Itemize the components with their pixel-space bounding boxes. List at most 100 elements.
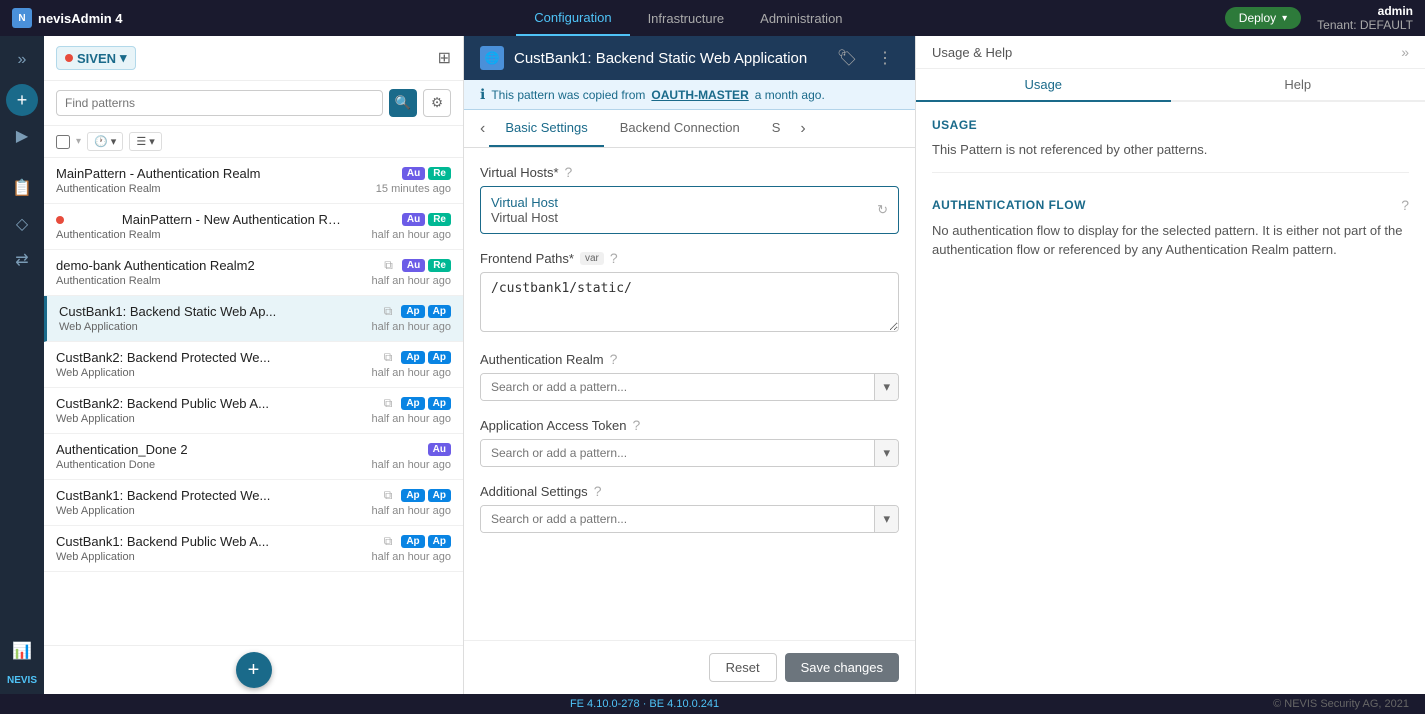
list-item[interactable]: MainPattern - Authentication Realm Au Re… xyxy=(44,158,463,204)
auth-flow-header: AUTHENTICATION FLOW ? xyxy=(932,197,1409,213)
save-changes-button[interactable]: Save changes xyxy=(785,653,899,682)
virtual-host-box[interactable]: Virtual Host Virtual Host ↻ xyxy=(480,186,899,234)
app-access-token-field: Application Access Token ? ▾ xyxy=(480,417,899,467)
list-item[interactable]: CustBank2: Backend Public Web A... ⧉ Ap … xyxy=(44,388,463,434)
auth-realm-arrow-icon[interactable]: ▾ xyxy=(874,374,898,400)
badge-ap-2: Ap xyxy=(428,397,451,410)
list-item[interactable]: CustBank2: Backend Protected We... ⧉ Ap … xyxy=(44,342,463,388)
chart-icon[interactable]: 📊 xyxy=(6,639,38,671)
right-panel-header: Usage & Help » xyxy=(916,36,1425,69)
search-button[interactable]: 🔍 xyxy=(389,89,417,117)
list-item[interactable]: MainPattern - New Authentication Real...… xyxy=(44,204,463,250)
copy-icon[interactable]: ⧉ xyxy=(384,488,393,503)
badge-ap-2: Ap xyxy=(428,305,451,318)
tab-next-icon[interactable]: › xyxy=(796,112,809,146)
checkbox-dropdown-icon[interactable]: ▾ xyxy=(76,136,81,147)
additional-settings-arrow-icon[interactable]: ▾ xyxy=(874,506,898,532)
tab-usage[interactable]: Usage xyxy=(916,69,1171,102)
pattern-name: Authentication_Done 2 xyxy=(56,442,276,457)
tag-action-icon[interactable]: 🏷 xyxy=(831,46,863,70)
app-access-token-arrow-icon[interactable]: ▾ xyxy=(874,440,898,466)
tag-icon[interactable]: ◇ xyxy=(6,208,38,240)
usage-section-text: This Pattern is not referenced by other … xyxy=(932,140,1409,160)
virtual-hosts-help-icon[interactable]: ? xyxy=(565,164,573,180)
virtual-host-value: Virtual Host xyxy=(491,210,558,225)
virtual-host-name: Virtual Host xyxy=(491,195,558,210)
pattern-type-icon: 🌐 xyxy=(480,46,504,70)
grid-view-icon[interactable]: ⊞ xyxy=(438,48,451,68)
badge-ap-2: Ap xyxy=(428,351,451,364)
list-item[interactable]: CustBank1: Backend Static Web Ap... ⧉ Ap… xyxy=(44,296,463,342)
virtual-hosts-label: Virtual Hosts* ? xyxy=(480,164,899,180)
tab-s[interactable]: S xyxy=(756,110,797,147)
additional-settings-label: Additional Settings ? xyxy=(480,483,899,499)
pattern-name: MainPattern - New Authentication Real... xyxy=(122,212,342,227)
sort-button[interactable]: 🕐 ▾ xyxy=(87,132,123,151)
virtual-hosts-field: Virtual Hosts* ? Virtual Host Virtual Ho… xyxy=(480,164,899,234)
refresh-icon[interactable]: ↻ xyxy=(877,202,888,218)
copy-icon[interactable]: ⧉ xyxy=(384,396,393,411)
nav-tab-infrastructure[interactable]: Infrastructure xyxy=(630,0,743,36)
additional-settings-input[interactable] xyxy=(481,506,874,532)
tenant-selector[interactable]: SIVEN ▾ xyxy=(56,46,136,70)
copy-icon[interactable]: ⧉ xyxy=(384,258,393,273)
tab-help[interactable]: Help xyxy=(1171,69,1425,102)
app-access-token-dropdown[interactable]: ▾ xyxy=(480,439,899,467)
app-brand: N nevisAdmin 4 xyxy=(12,8,132,28)
frontend-paths-input[interactable]: /custbank1/static/ xyxy=(480,272,899,332)
deploy-button[interactable]: Deploy ▾ xyxy=(1225,7,1301,29)
pattern-time: half an hour ago xyxy=(371,551,451,563)
info-link[interactable]: OAUTH-MASTER xyxy=(651,88,748,102)
pattern-time: half an hour ago xyxy=(371,413,451,425)
nav-tab-configuration[interactable]: Configuration xyxy=(516,0,629,36)
auth-realm-help-icon[interactable]: ? xyxy=(610,351,618,367)
view-toggle-button[interactable]: ☰ ▾ xyxy=(129,132,161,151)
clipboard-icon[interactable]: 📋 xyxy=(6,172,38,204)
frontend-paths-help-icon[interactable]: ? xyxy=(610,250,618,266)
add-new-icon[interactable]: + xyxy=(6,84,38,116)
list-item[interactable]: CustBank1: Backend Public Web A... ⧉ Ap … xyxy=(44,526,463,572)
icon-sidebar: » + ▶ 📋 ◇ ⇄ 📊 NEVIS xyxy=(0,36,44,694)
filter-button[interactable]: ⚙ xyxy=(423,89,451,117)
app-access-token-input[interactable] xyxy=(481,440,874,466)
auth-flow-section: AUTHENTICATION FLOW ? No authentication … xyxy=(932,197,1409,260)
search-input[interactable] xyxy=(56,90,383,116)
pattern-time: half an hour ago xyxy=(371,229,451,241)
pattern-list-panel: SIVEN ▾ ⊞ 🔍 ⚙ ▾ 🕐 ▾ ☰ ▾ MainPa xyxy=(44,36,464,694)
pattern-time: half an hour ago xyxy=(371,459,451,471)
list-item[interactable]: demo-bank Authentication Realm2 ⧉ Au Re … xyxy=(44,250,463,296)
select-all-checkbox[interactable] xyxy=(56,135,70,149)
badge-re: Re xyxy=(428,167,451,180)
play-icon[interactable]: ▶ xyxy=(6,120,38,152)
content-header: 🌐 CustBank1: Backend Static Web Applicat… xyxy=(464,36,915,80)
pattern-type: Web Application xyxy=(56,413,135,425)
expand-sidebar-icon[interactable]: » xyxy=(6,44,38,76)
tab-backend-connection[interactable]: Backend Connection xyxy=(604,110,756,147)
copy-icon[interactable]: ⧉ xyxy=(384,534,393,549)
content-title: CustBank1: Backend Static Web Applicatio… xyxy=(514,50,821,67)
info-text-suffix: a month ago. xyxy=(755,88,825,102)
auth-realm-dropdown[interactable]: ▾ xyxy=(480,373,899,401)
username: admin xyxy=(1317,4,1413,18)
pattern-badges: Au Re xyxy=(402,259,451,272)
add-pattern-button[interactable]: + xyxy=(236,652,272,688)
right-panel-expand-icon[interactable]: » xyxy=(1401,44,1409,60)
auth-realm-input[interactable] xyxy=(481,374,874,400)
arrows-icon[interactable]: ⇄ xyxy=(6,244,38,276)
copy-icon[interactable]: ⧉ xyxy=(384,350,393,365)
pattern-type: Web Application xyxy=(56,551,135,563)
tab-basic-settings[interactable]: Basic Settings xyxy=(489,110,603,147)
nav-tab-administration[interactable]: Administration xyxy=(742,0,860,36)
more-actions-icon[interactable]: ⋮ xyxy=(871,46,899,70)
tab-prev-icon[interactable]: ‹ xyxy=(476,112,489,146)
brand-logo: N xyxy=(12,8,32,28)
additional-settings-dropdown[interactable]: ▾ xyxy=(480,505,899,533)
additional-settings-help-icon[interactable]: ? xyxy=(594,483,602,499)
app-access-token-help-icon[interactable]: ? xyxy=(632,417,640,433)
reset-button[interactable]: Reset xyxy=(709,653,777,682)
list-item[interactable]: Authentication_Done 2 Au Authentication … xyxy=(44,434,463,480)
pattern-badges: Ap Ap xyxy=(401,535,451,548)
auth-flow-help-icon[interactable]: ? xyxy=(1401,197,1409,213)
copy-icon[interactable]: ⧉ xyxy=(384,304,393,319)
list-item[interactable]: CustBank1: Backend Protected We... ⧉ Ap … xyxy=(44,480,463,526)
